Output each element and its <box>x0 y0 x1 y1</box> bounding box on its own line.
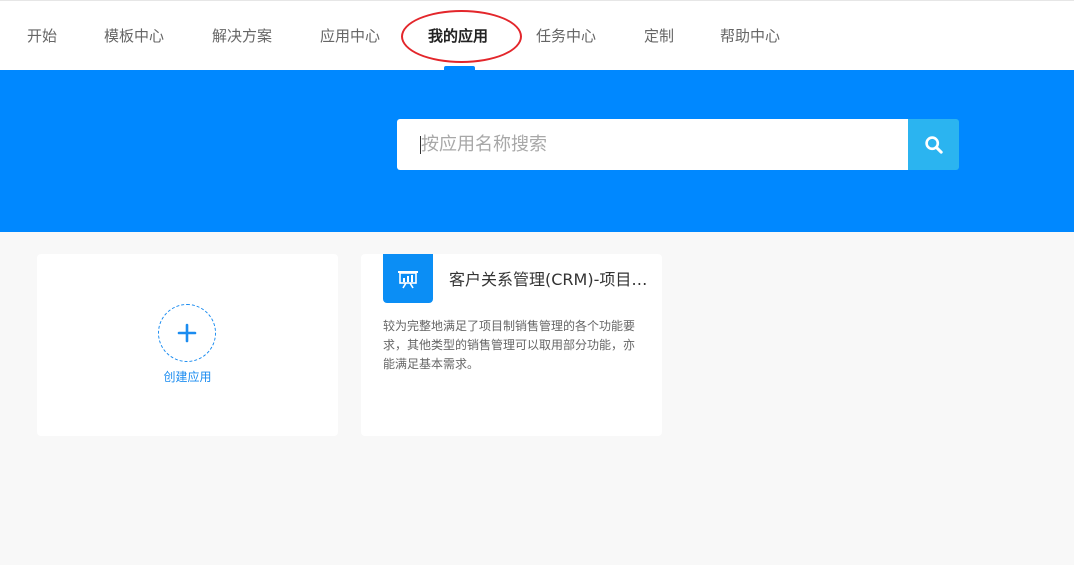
app-title[interactable]: 客户关系管理(CRM)-项目制销售管理 <box>449 266 649 290</box>
create-app-button[interactable] <box>158 304 216 362</box>
search-icon <box>924 135 943 154</box>
nav-item-solutions[interactable]: 解决方案 <box>212 25 272 47</box>
nav-item-start[interactable]: 开始 <box>27 25 57 47</box>
presentation-chart-icon <box>398 270 418 288</box>
search-box <box>397 119 909 170</box>
top-navigation: 开始 模板中心 解决方案 应用中心 我的应用 任务中心 定制 帮助中心 <box>0 0 1074 71</box>
plus-icon <box>177 323 197 343</box>
annotation-highlight-oval <box>401 10 522 63</box>
nav-item-template-center[interactable]: 模板中心 <box>104 25 164 47</box>
search-banner <box>0 70 1074 232</box>
nav-item-customize[interactable]: 定制 <box>644 25 674 47</box>
nav-item-app-center[interactable]: 应用中心 <box>320 25 380 47</box>
app-icon <box>383 254 433 303</box>
app-description: 较为完整地满足了项目制销售管理的各个功能要求，其他类型的销售管理可以取用部分功能… <box>383 319 636 371</box>
search-input[interactable] <box>421 119 901 170</box>
nav-item-help-center[interactable]: 帮助中心 <box>720 25 780 47</box>
create-app-label[interactable]: 创建应用 <box>37 368 338 385</box>
create-app-card[interactable]: 创建应用 <box>37 254 338 436</box>
nav-item-task-center[interactable]: 任务中心 <box>536 25 596 47</box>
app-card[interactable]: 客户关系管理(CRM)-项目制销售管理 较为完整地满足了项目制销售管理的各个功能… <box>361 254 662 436</box>
search-button[interactable] <box>908 119 959 170</box>
